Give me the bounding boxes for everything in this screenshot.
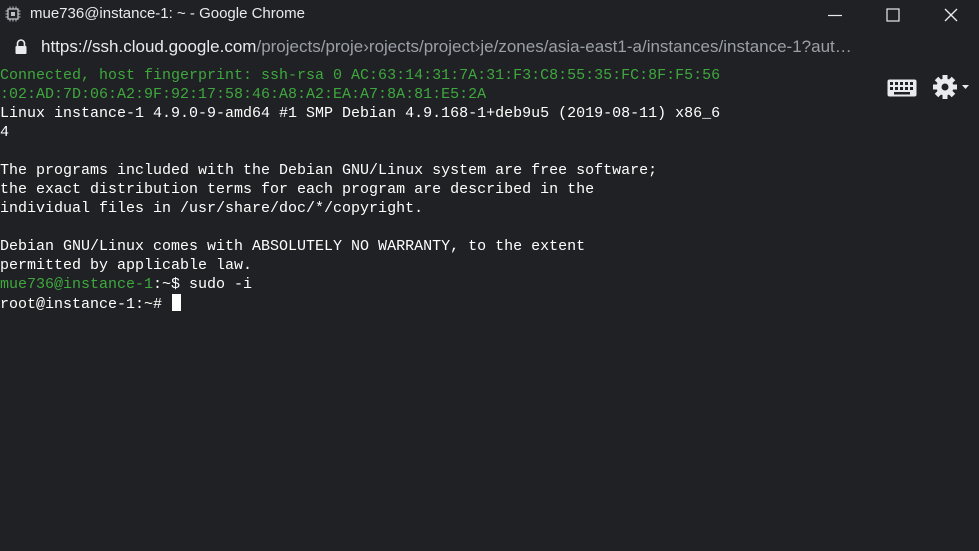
terminal-text: root@instance-1:~# (0, 296, 172, 313)
terminal-line: 4 (0, 123, 720, 142)
close-icon (944, 8, 958, 22)
title-bar[interactable]: mue736@instance-1: ~ - Google Chrome (0, 0, 979, 30)
terminal-text-green: :02:AD:7D:06:A2:9F:92:17:58:46:A8:A2:EA:… (0, 86, 487, 103)
url-path: /projects/proje›rojects/project›je/zones… (256, 37, 852, 56)
terminal-line: Linux instance-1 4.9.0-9-amd64 #1 SMP De… (0, 104, 720, 123)
terminal-text: Debian GNU/Linux comes with ABSOLUTELY N… (0, 238, 586, 255)
terminal-line: The programs included with the Debian GN… (0, 161, 720, 180)
terminal-text: permitted by applicable law. (0, 257, 253, 274)
url-host: ssh.cloud.google.com (92, 37, 257, 56)
minimize-button[interactable] (806, 0, 864, 30)
terminal-text: 4 (0, 124, 10, 141)
keyboard-icon[interactable] (887, 79, 917, 97)
terminal-line: mue736@instance-1:~$ sudo -i (0, 275, 720, 294)
lock-icon[interactable] (14, 39, 28, 55)
terminal-text: The programs included with the Debian GN… (0, 162, 658, 179)
terminal-line: Debian GNU/Linux comes with ABSOLUTELY N… (0, 237, 720, 256)
terminal-text-green: Connected, host fingerprint: ssh-rsa 0 A… (0, 67, 721, 84)
close-button[interactable] (922, 0, 979, 30)
terminal-line: individual files in /usr/share/doc/*/cop… (0, 199, 720, 218)
terminal-line: :02:AD:7D:06:A2:9F:92:17:58:46:A8:A2:EA:… (0, 85, 720, 104)
terminal-text: :~$ sudo -i (153, 276, 253, 293)
chrome-window: mue736@instance-1: ~ - Google Chrome htt… (0, 0, 979, 551)
terminal-text-green: mue736@instance-1 (0, 276, 154, 293)
ssh-terminal[interactable]: Connected, host fingerprint: ssh-rsa 0 A… (0, 64, 979, 551)
terminal-output[interactable]: Connected, host fingerprint: ssh-rsa 0 A… (0, 66, 720, 313)
gear-icon[interactable] (932, 74, 972, 100)
maximize-button[interactable] (864, 0, 922, 30)
maximize-icon (886, 8, 900, 22)
window-title: mue736@instance-1: ~ - Google Chrome (30, 5, 305, 22)
terminal-cursor (172, 294, 182, 311)
url-scheme: https:// (41, 37, 93, 56)
terminal-line: root@instance-1:~# (0, 294, 720, 313)
url-text[interactable]: https://ssh.cloud.google.com/projects/pr… (41, 37, 971, 57)
terminal-line: permitted by applicable law. (0, 256, 720, 275)
minimize-icon (828, 14, 842, 17)
terminal-line: the exact distribution terms for each pr… (0, 180, 720, 199)
terminal-text: individual files in /usr/share/doc/*/cop… (0, 200, 424, 217)
terminal-text: Linux instance-1 4.9.0-9-amd64 #1 SMP De… (0, 105, 721, 122)
terminal-text: the exact distribution terms for each pr… (0, 181, 595, 198)
terminal-line: Connected, host fingerprint: ssh-rsa 0 A… (0, 66, 720, 85)
url-bar[interactable]: https://ssh.cloud.google.com/projects/pr… (0, 30, 979, 64)
chip-icon (5, 6, 21, 22)
